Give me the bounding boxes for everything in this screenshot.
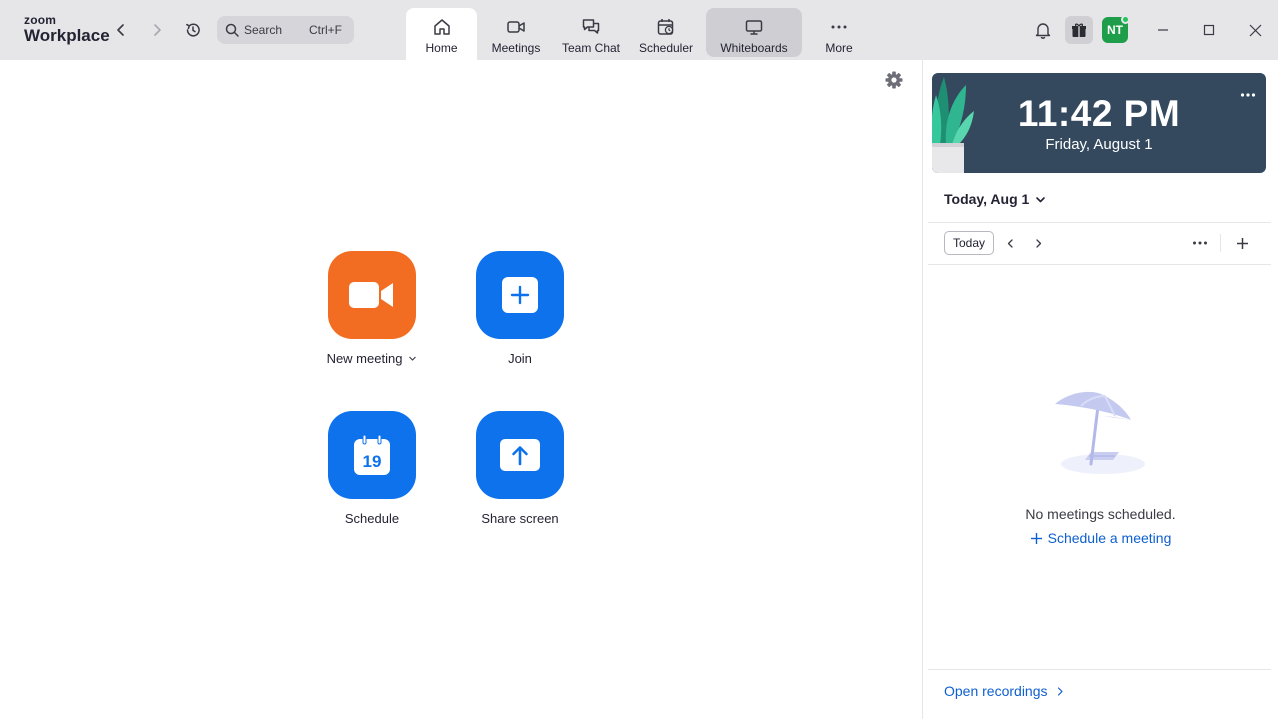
upload-arrow-icon xyxy=(500,439,540,471)
schedule-label: Schedule xyxy=(344,511,400,526)
whiteboard-icon xyxy=(745,20,763,35)
divider xyxy=(928,222,1271,223)
join-action[interactable]: Join xyxy=(446,251,594,366)
chat-bubbles-icon xyxy=(582,19,600,34)
join-label: Join xyxy=(508,351,532,366)
schedule-button[interactable]: 19 xyxy=(328,411,416,499)
clock-more-button[interactable] xyxy=(1240,85,1256,103)
search-icon xyxy=(225,23,239,37)
plus-icon xyxy=(1030,532,1042,544)
add-event-button[interactable] xyxy=(1232,233,1252,253)
calendar-day-number: 19 xyxy=(363,452,382,471)
tab-meetings[interactable]: Meetings xyxy=(482,8,550,57)
zoom-workplace-logo: zoom Workplace xyxy=(24,14,110,44)
new-meeting-action[interactable]: New meeting xyxy=(298,251,446,366)
minimize-icon xyxy=(1158,29,1168,31)
new-meeting-button[interactable] xyxy=(328,251,416,339)
more-dots-icon xyxy=(831,25,847,29)
today-button[interactable]: Today xyxy=(944,231,994,255)
join-button[interactable] xyxy=(476,251,564,339)
search-shortcut: Ctrl+F xyxy=(309,23,342,37)
tab-whiteboards[interactable]: Whiteboards xyxy=(706,8,802,57)
history-button[interactable] xyxy=(181,18,205,42)
forward-button[interactable] xyxy=(145,18,169,42)
toolbar-separator xyxy=(1220,234,1221,252)
plus-icon xyxy=(502,277,538,313)
divider xyxy=(928,669,1271,670)
bell-icon xyxy=(1035,23,1051,39)
minimize-button[interactable] xyxy=(1151,18,1175,42)
date-selector[interactable]: Today, Aug 1 xyxy=(944,191,1046,207)
tab-label: Meetings xyxy=(491,41,541,55)
gear-icon xyxy=(885,71,903,89)
tab-team-chat[interactable]: Team Chat xyxy=(557,8,625,57)
maximize-button[interactable] xyxy=(1197,18,1221,42)
share-screen-button[interactable] xyxy=(476,411,564,499)
chevron-right-icon xyxy=(154,24,161,36)
schedule-action[interactable]: 19 Schedule xyxy=(298,411,446,526)
whats-new-button[interactable] xyxy=(1065,16,1093,44)
clock-card: 11:42 PM Friday, August 1 xyxy=(932,73,1266,173)
chevron-right-icon xyxy=(1035,238,1041,248)
settings-button[interactable] xyxy=(884,70,904,90)
gift-icon xyxy=(1072,23,1086,37)
chevron-left-icon xyxy=(117,24,124,36)
top-bar: zoom Workplace Search Ctrl+F Home Meetin… xyxy=(0,0,1278,60)
share-screen-action[interactable]: Share screen xyxy=(446,411,594,526)
back-button[interactable] xyxy=(109,18,133,42)
tab-label: Scheduler xyxy=(638,41,694,55)
notifications-button[interactable] xyxy=(1029,16,1057,44)
history-icon xyxy=(186,23,200,37)
search-box[interactable]: Search Ctrl+F xyxy=(217,16,354,44)
close-icon xyxy=(1249,24,1261,36)
beach-umbrella-illustration xyxy=(1055,391,1145,474)
clock-date: Friday, August 1 xyxy=(1045,136,1153,153)
clock-time: 11:42 PM xyxy=(1017,93,1181,134)
divider xyxy=(928,264,1271,265)
new-meeting-label: New meeting xyxy=(326,351,403,366)
share-screen-label: Share screen xyxy=(481,511,559,526)
tab-label: More xyxy=(825,41,853,55)
open-recordings-label: Open recordings xyxy=(944,683,1048,699)
logo-line1: zoom xyxy=(24,13,57,27)
home-icon xyxy=(433,19,450,35)
logo-line2: Workplace xyxy=(24,26,110,45)
tab-label: Team Chat xyxy=(561,41,621,55)
no-meetings-message: No meetings scheduled. xyxy=(1025,506,1176,522)
tab-label: Whiteboards xyxy=(720,41,788,55)
next-day-button[interactable] xyxy=(1028,233,1048,253)
more-dots-icon xyxy=(1193,241,1207,245)
calendar-clock-icon xyxy=(657,19,674,35)
previous-day-button[interactable] xyxy=(1000,233,1020,253)
schedule-meeting-label: Schedule a meeting xyxy=(1047,530,1172,546)
video-camera-icon xyxy=(507,21,525,33)
date-selector-label: Today, Aug 1 xyxy=(944,191,1030,207)
calendar-panel: 11:42 PM Friday, August 1 Today, Aug 1 T… xyxy=(922,60,1278,719)
video-camera-icon xyxy=(349,282,393,308)
chevron-right-icon xyxy=(1057,686,1063,696)
calendar-options-button[interactable] xyxy=(1190,233,1210,253)
chevron-down-icon[interactable] xyxy=(408,354,417,363)
maximize-icon xyxy=(1203,24,1215,36)
close-button[interactable] xyxy=(1243,18,1267,42)
tab-scheduler[interactable]: Scheduler xyxy=(632,8,700,57)
online-status-dot xyxy=(1121,15,1130,24)
chevron-left-icon xyxy=(1007,238,1013,248)
plus-icon xyxy=(1236,237,1248,249)
tab-more[interactable]: More xyxy=(808,8,870,57)
schedule-meeting-link[interactable]: Schedule a meeting xyxy=(923,530,1278,546)
open-recordings-link[interactable]: Open recordings xyxy=(944,683,1064,699)
tab-label: Home xyxy=(425,41,458,55)
tab-home[interactable]: Home xyxy=(406,8,477,60)
chevron-down-icon xyxy=(1036,196,1046,202)
search-label: Search xyxy=(244,23,283,37)
more-dots-icon xyxy=(1240,93,1256,97)
calendar-icon: 19 xyxy=(354,435,390,475)
